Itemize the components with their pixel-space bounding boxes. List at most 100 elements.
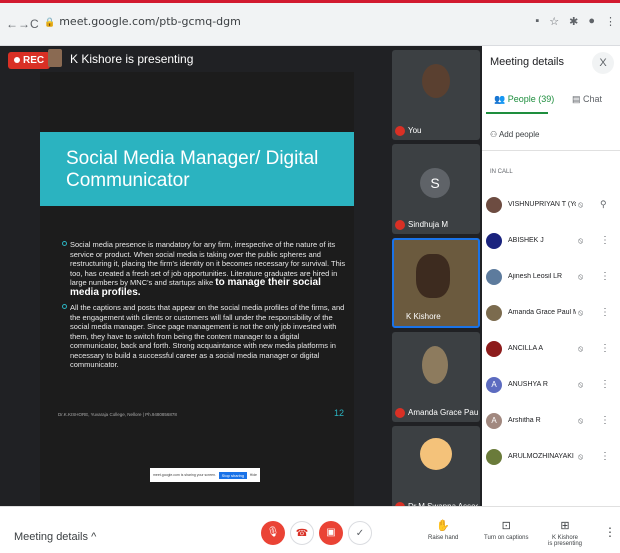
mic-off-icon — [395, 408, 405, 418]
raise-hand-label: Raise hand — [428, 535, 459, 541]
participant-row[interactable]: ARULMOZHINAYAKI E ⦸ ⋮ — [482, 444, 620, 480]
microphone-toggle[interactable]: 🎙 — [261, 521, 285, 545]
tile-name: Sindhuja M — [408, 220, 449, 229]
more-options-button[interactable]: ⋮ — [604, 525, 616, 539]
participant-name: ABISHEK J — [508, 237, 544, 244]
hide-button[interactable]: Hide — [250, 473, 257, 477]
tab-chat[interactable]: ▤ Chat — [572, 94, 602, 105]
extensions-icon[interactable]: ✱ — [569, 15, 578, 28]
mic-off-icon — [395, 220, 405, 230]
mic-off-icon: ⦸ — [578, 452, 584, 461]
divider — [482, 150, 620, 151]
participant-row[interactable]: ABISHEK J ⦸ ⋮ — [482, 228, 620, 264]
presenting-status-button[interactable]: ⊞ K Kishore is presenting — [548, 519, 582, 547]
camera-toggle[interactable]: ▣ — [319, 521, 343, 545]
participant-video — [416, 254, 450, 298]
avatar — [486, 233, 502, 249]
profile-avatar[interactable]: ● — [588, 15, 595, 28]
participant-video — [422, 64, 450, 98]
recording-badge: REC — [8, 52, 51, 69]
add-people-button[interactable]: ⚇ Add people — [490, 130, 539, 139]
participant-tile[interactable]: Amanda Grace Paul Man... — [392, 332, 480, 422]
back-button[interactable]: ← — [6, 17, 18, 31]
avatar — [486, 269, 502, 285]
participant-tile[interactable]: S Sindhuja M — [392, 144, 480, 234]
participant-name: ANCILLA A — [508, 345, 544, 352]
active-tab-indicator — [486, 112, 548, 114]
more-options-icon[interactable]: ⋮ — [600, 415, 610, 426]
hand-icon: ✋ — [436, 520, 451, 532]
participant-video — [422, 346, 448, 384]
participant-name: ARULMOZHINAYAKI E — [508, 453, 576, 460]
mic-off-icon: ⦸ — [578, 380, 584, 389]
participant-tile-active[interactable]: K Kishore — [392, 238, 480, 328]
more-options-icon[interactable]: ⋮ — [600, 235, 610, 246]
tab-people[interactable]: 👥 People (39) — [494, 94, 554, 105]
slide-number: 12 — [334, 408, 345, 418]
participant-name: VISHNUPRIYAN T (You) — [508, 201, 576, 208]
more-options-icon[interactable]: ⋮ — [600, 343, 610, 354]
presentation-slide: Social Media Manager/ Digital Communicat… — [40, 72, 354, 506]
more-options-icon[interactable]: ⋮ — [600, 379, 610, 390]
participant-name: Ajinesh Leosil LR — [508, 273, 563, 280]
reload-button[interactable]: C — [30, 17, 39, 31]
meeting-controls-bar: Meeting details ^ 🎙 ☎ ▣ ✓ ✋ Raise hand ⊡ T… — [0, 506, 620, 553]
avatar — [486, 197, 502, 213]
raise-hand-button[interactable]: ✋ Raise hand — [428, 519, 458, 541]
panel-title: Meeting details — [490, 56, 564, 68]
present-screen-icon: ⊞ — [560, 520, 570, 532]
participant-name: ANUSHYA R — [508, 381, 548, 388]
bullet-circle-icon — [62, 304, 67, 309]
meeting-details-toggle[interactable]: Meeting details ^ — [14, 531, 96, 543]
share-notice: meet.google.com is sharing your screen. — [153, 473, 217, 477]
add-person-icon: ⚇ — [490, 130, 498, 139]
presenter-avatar — [48, 49, 62, 67]
mic-off-icon: ⦸ — [578, 200, 584, 209]
slide-bullets: Social media presence is mandatory for a… — [62, 240, 348, 376]
close-button[interactable]: X — [592, 52, 614, 74]
captions-button[interactable]: ⊡ Turn on captions — [484, 519, 528, 541]
record-dot-icon — [14, 57, 20, 64]
participant-row[interactable]: Amanda Grace Paul Ma... ⦸ ⋮ — [482, 300, 620, 336]
bookmark-star-icon[interactable]: ☆ — [549, 15, 559, 28]
participant-row[interactable]: VISHNUPRIYAN T (You) ⦸ ⚲ — [482, 192, 620, 228]
more-options-icon[interactable]: ⋮ — [600, 271, 610, 282]
address-bar[interactable]: 🔒 meet.google.com/ptb-gcmq-dgm — [44, 15, 241, 28]
participant-tile[interactable]: Dr.M.Swapna Associate ... — [392, 426, 480, 516]
slide-bullet: All the captions and posts that appear o… — [62, 303, 348, 370]
forward-button[interactable]: → — [18, 17, 30, 31]
participant-row[interactable]: ANCILLA A ⦸ ⋮ — [482, 336, 620, 372]
accept-button[interactable]: ✓ — [348, 521, 372, 545]
mic-off-icon: ⦸ — [578, 416, 584, 425]
participant-tile[interactable]: You — [392, 50, 480, 140]
meeting-details-panel: Meeting details X 👥 People (39) ▤ Chat ⚇… — [482, 46, 620, 506]
check-icon: ✓ — [355, 528, 365, 539]
in-call-header: IN CALL — [490, 169, 513, 175]
stop-sharing-button[interactable]: Stop sharing — [218, 471, 248, 479]
cast-icon[interactable]: ▪ — [535, 15, 539, 28]
browser-menu-icon[interactable]: ⋮ — [605, 15, 616, 28]
more-options-icon[interactable]: ⋮ — [600, 451, 610, 462]
chat-icon: ▤ — [572, 94, 581, 104]
tab-chat-label: Chat — [583, 94, 603, 104]
presenting-status: is presenting — [548, 541, 583, 547]
participant-row[interactable]: A ANUSHYA R ⦸ ⋮ — [482, 372, 620, 408]
mic-off-icon — [395, 126, 405, 136]
slide-footer: Dr.K.KISHORE, Yuvaraja College, Nellore … — [58, 412, 177, 417]
participant-name: Arshitha R — [508, 417, 541, 424]
participant-row[interactable]: Ajinesh Leosil LR ⦸ ⋮ — [482, 264, 620, 300]
slide-title-line1: Social Media Manager/ Digital — [66, 148, 319, 169]
browser-extensions: ▪ ☆ ✱ ● ⋮ — [535, 15, 616, 28]
pin-icon[interactable]: ⚲ — [600, 199, 607, 210]
more-options-icon[interactable]: ⋮ — [600, 307, 610, 318]
mic-off-icon: ⦸ — [578, 308, 584, 317]
captions-icon: ⊡ — [501, 520, 511, 532]
avatar — [486, 449, 502, 465]
tile-name: You — [408, 126, 422, 135]
participant-row[interactable]: A Arshitha R ⦸ ⋮ — [482, 408, 620, 444]
meeting-stage: REC K Kishore is presenting Social Media… — [0, 46, 482, 516]
avatar: A — [486, 413, 502, 429]
people-icon: 👥 — [494, 94, 506, 104]
leave-call-button[interactable]: ☎ — [290, 521, 314, 545]
letter-avatar: S — [420, 168, 450, 198]
